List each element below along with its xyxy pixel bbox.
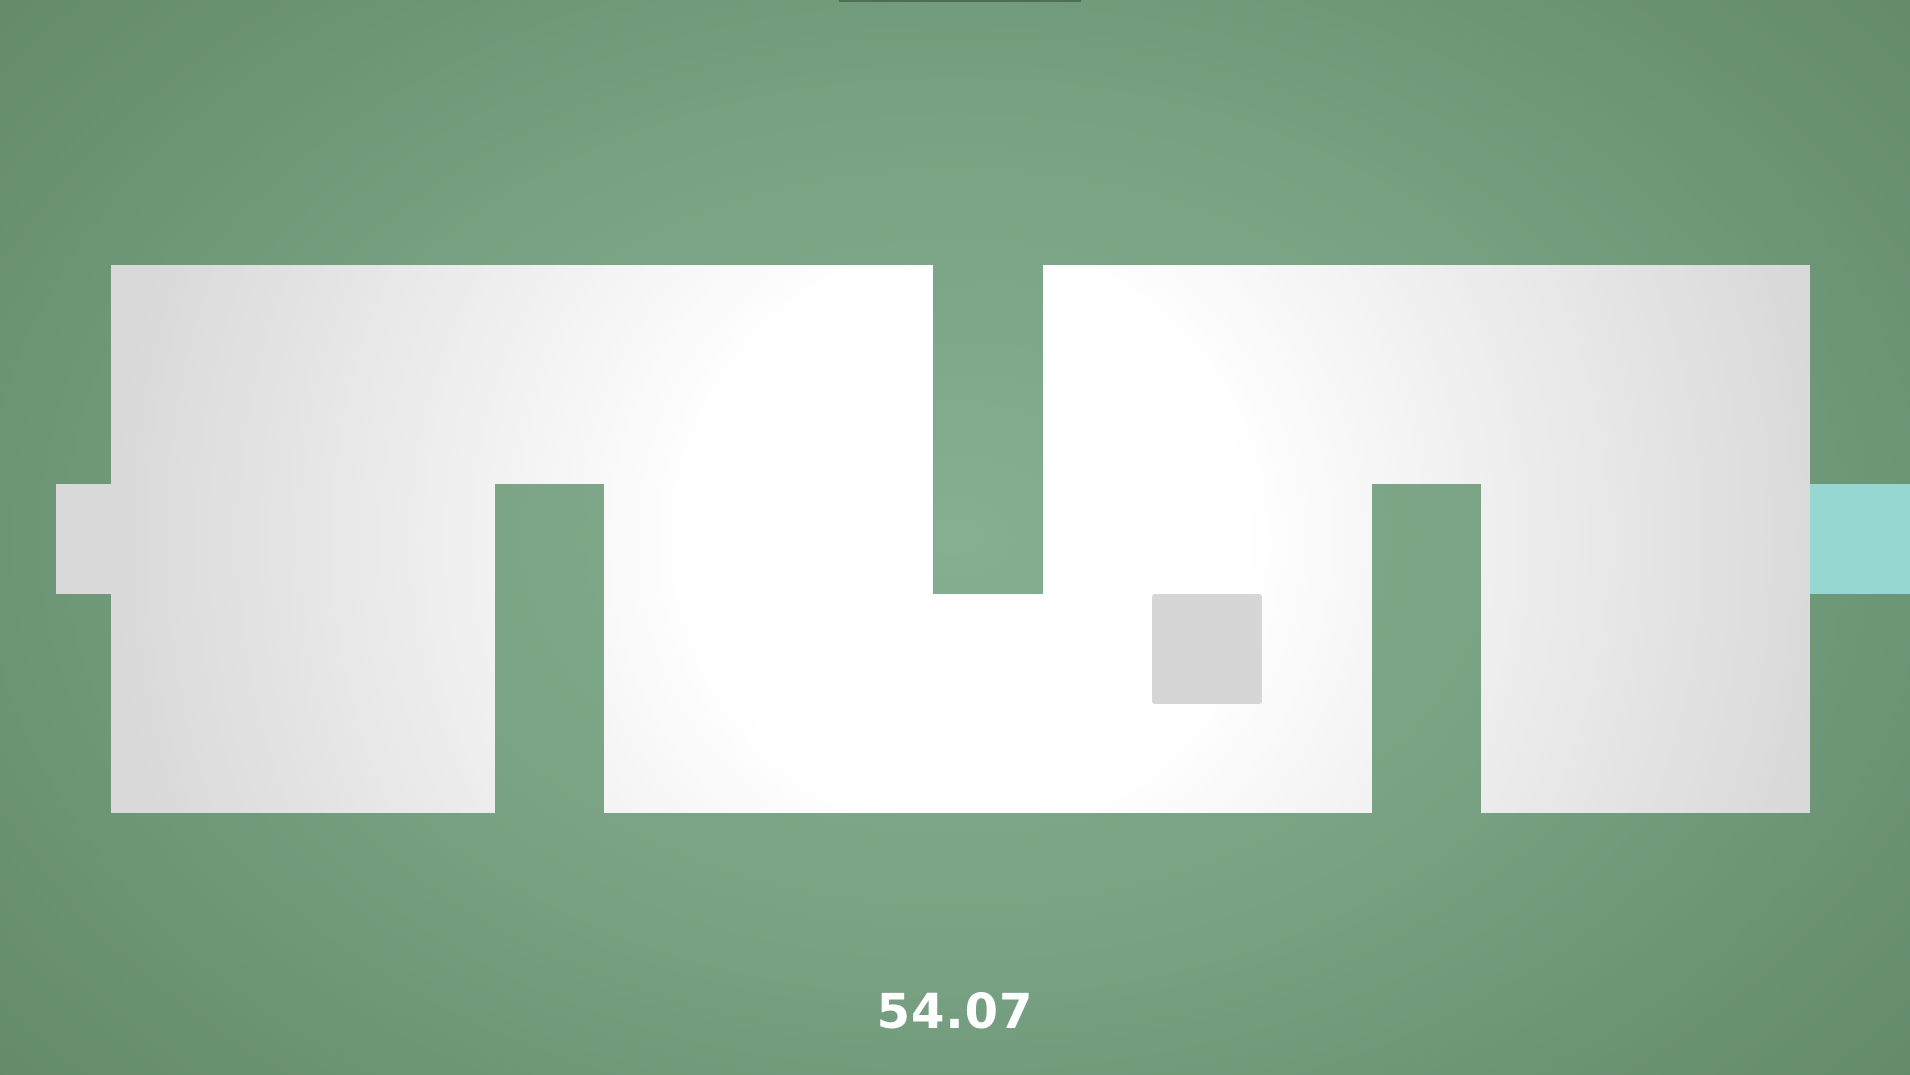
exit-tile	[1810, 484, 1910, 594]
level-floor	[56, 265, 1810, 813]
player-block[interactable]	[1152, 594, 1262, 704]
game-board	[56, 265, 1910, 813]
level-timer: 54.07	[876, 984, 1034, 1040]
